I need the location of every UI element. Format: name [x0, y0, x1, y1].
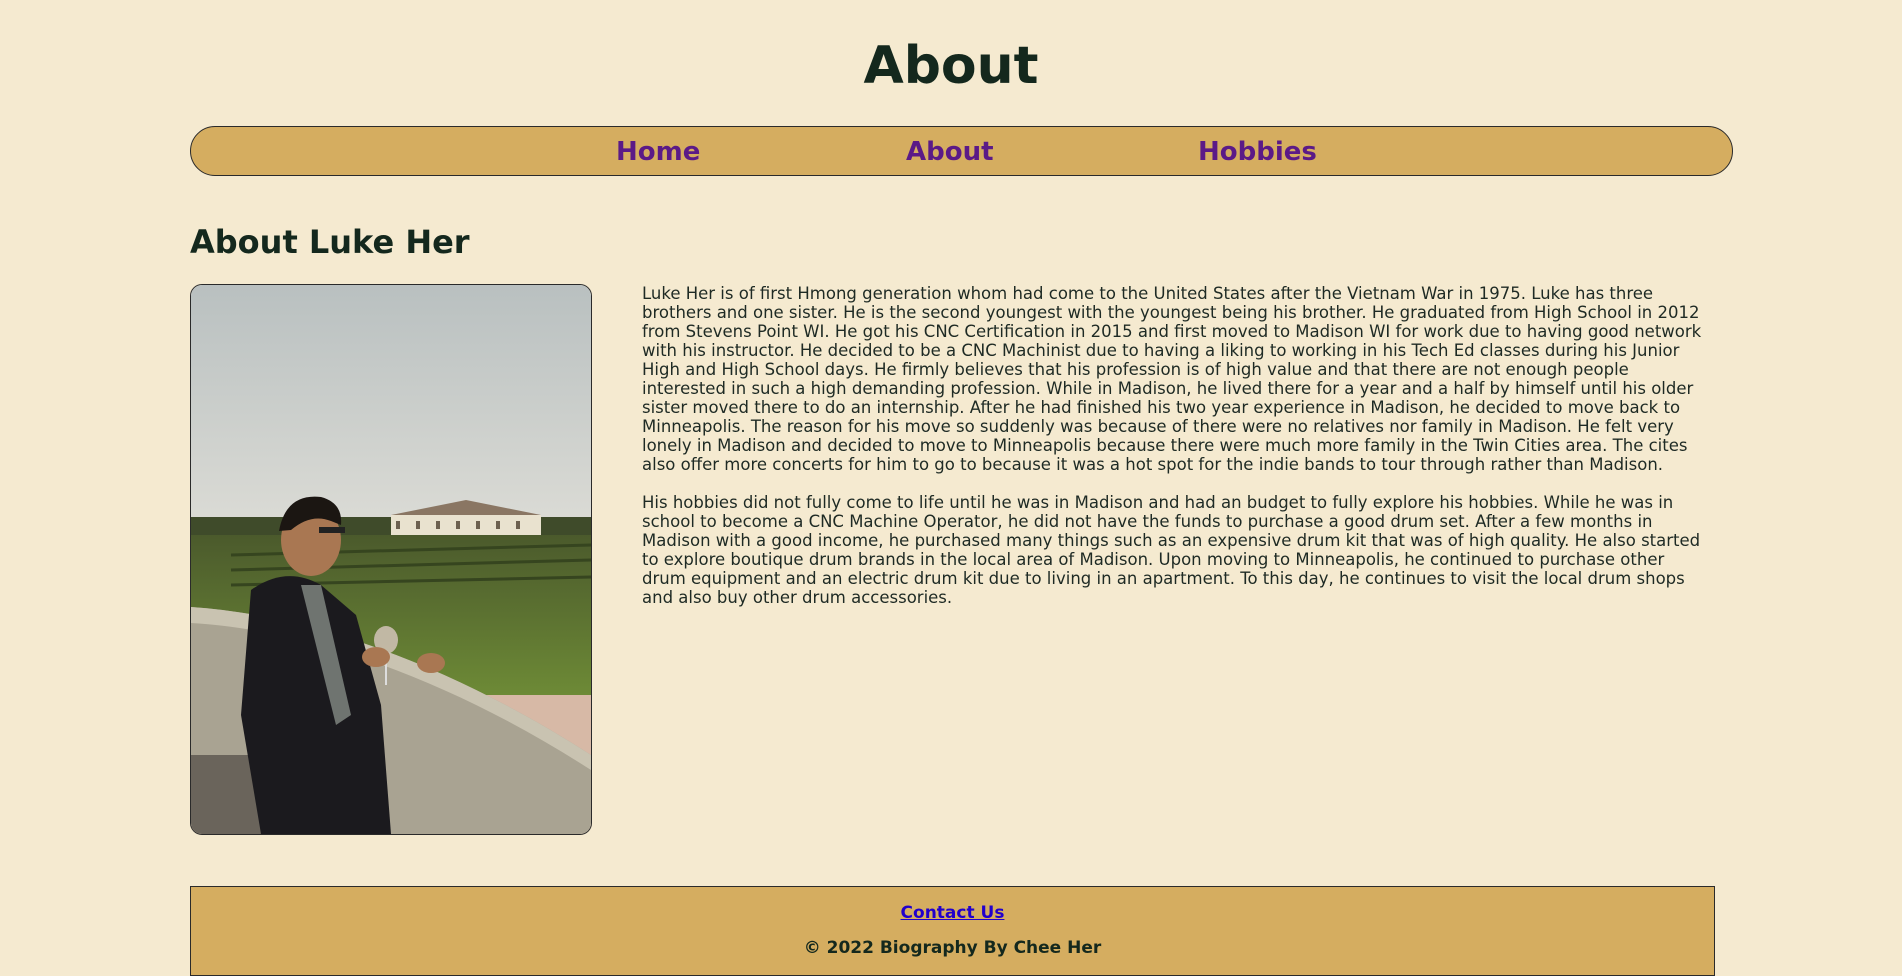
- nav-link-hobbies[interactable]: Hobbies: [1198, 137, 1317, 167]
- nav-link-home[interactable]: Home: [616, 137, 700, 167]
- main-navigation: Home About Hobbies: [190, 126, 1733, 176]
- contact-us-link[interactable]: Contact Us: [901, 903, 1005, 923]
- section-heading: About Luke Her: [190, 223, 470, 261]
- contact-link-wrapper: Contact Us: [191, 903, 1714, 923]
- bio-paragraph: Luke Her is of first Hmong generation wh…: [642, 284, 1702, 474]
- page-title: About: [863, 36, 1039, 96]
- portrait-photo: [190, 284, 592, 835]
- footer: Contact Us © 2022 Biography By Chee Her: [190, 886, 1715, 976]
- biography-text: Luke Her is of first Hmong generation wh…: [642, 284, 1712, 626]
- nav-link-about[interactable]: About: [906, 137, 994, 167]
- copyright-text: © 2022 Biography By Chee Her: [803, 938, 1102, 958]
- bio-paragraph: His hobbies did not fully come to life u…: [642, 493, 1701, 607]
